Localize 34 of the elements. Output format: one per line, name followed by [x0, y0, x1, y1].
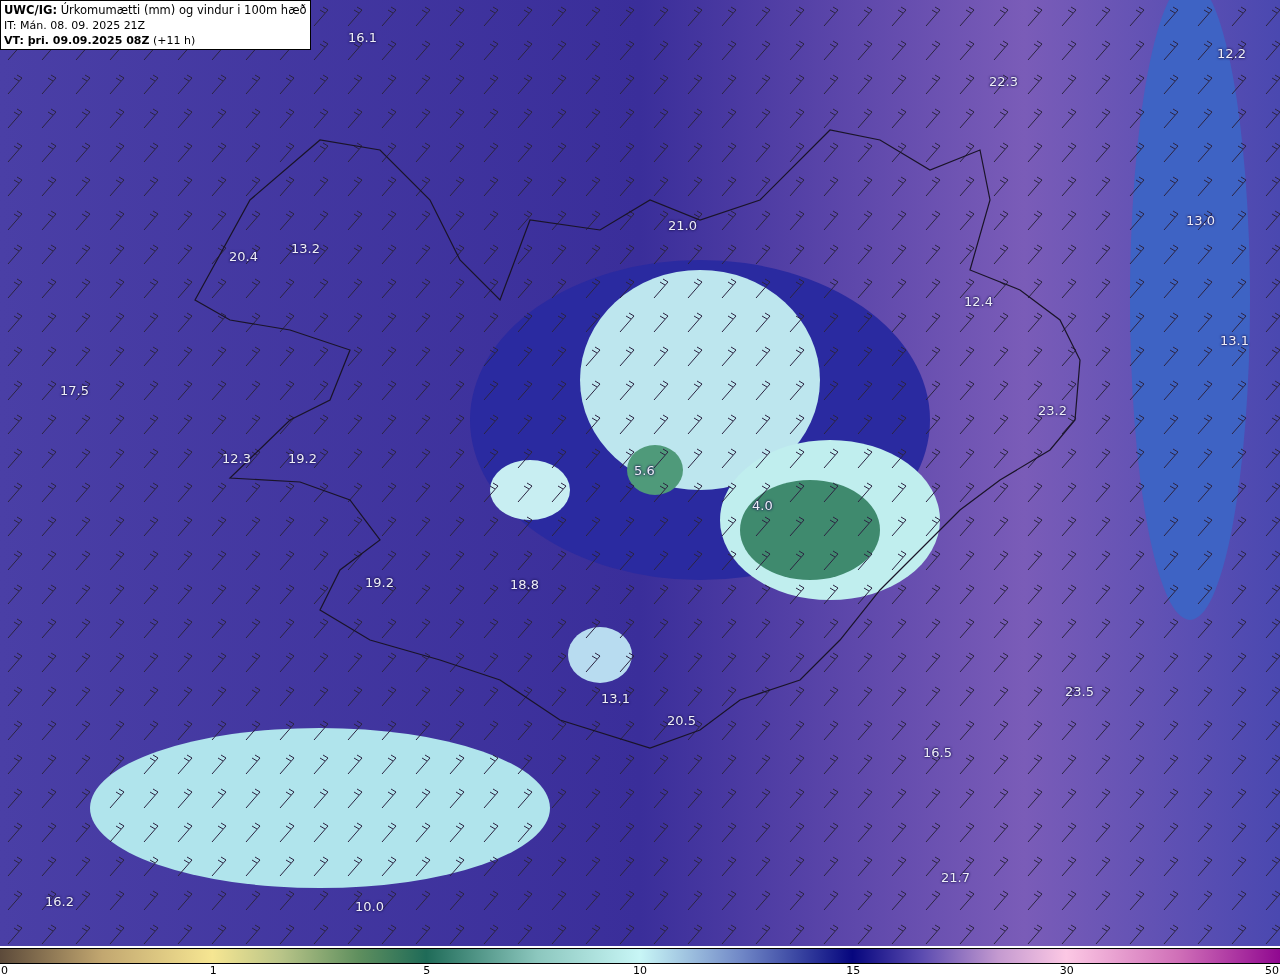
wind-speed-label: 4.0	[752, 498, 773, 513]
wind-speed-label: 23.5	[1065, 684, 1094, 699]
wind-speed-label: 5.6	[634, 463, 655, 478]
colorbar-tick-label: 15	[846, 964, 861, 977]
wind-speed-label: 23.2	[1038, 403, 1067, 418]
wind-speed-label: 17.5	[60, 383, 89, 398]
colorbar-tick-label: 10	[633, 964, 647, 977]
title-line: IT: Mán. 08. 09. 2025 21Z	[4, 18, 147, 33]
wind-speed-label: 16.5	[923, 745, 952, 760]
wind-speed-label: 21.0	[668, 218, 697, 233]
title-line: UWC/IG: Úrkomumætti (mm) og vindur i 100m hæð	[4, 2, 307, 18]
colorbar-tick-label: 50	[1265, 964, 1279, 977]
wind-speed-label: 12.3	[222, 451, 251, 466]
wind-speed-label: 12.4	[964, 294, 993, 309]
wind-speed-label: 22.3	[989, 74, 1018, 89]
wind-speed-label: 13.1	[601, 691, 630, 706]
wind-speed-label: 13.0	[1186, 213, 1215, 228]
colorbar-tick-label: 1	[209, 964, 217, 977]
colorbar-tick-label: 0	[1, 964, 8, 977]
wind-speed-label: 12.2	[1217, 46, 1246, 61]
colorbar-tick-label: 30	[1059, 964, 1074, 977]
wind-speed-label: 10.0	[355, 899, 384, 914]
wind-speed-label: 20.5	[667, 713, 696, 728]
wind-speed-label: 18.8	[510, 577, 539, 592]
wind-speed-label: 13.2	[291, 241, 320, 256]
wind-speed-label: 21.7	[941, 870, 970, 885]
wind-speed-label: 16.1	[348, 30, 377, 45]
title-line: VT: þri. 09.09.2025 08Z (+11 h)	[4, 33, 197, 48]
colorbar-tick-label: 5	[423, 964, 431, 977]
wind-speed-label: 20.4	[229, 249, 258, 264]
wind-speed-label: 16.2	[45, 894, 74, 909]
wind-speed-label: 13.1	[1220, 333, 1249, 348]
wind-speed-label: 19.2	[365, 575, 394, 590]
wind-speed-label: 19.2	[288, 451, 317, 466]
